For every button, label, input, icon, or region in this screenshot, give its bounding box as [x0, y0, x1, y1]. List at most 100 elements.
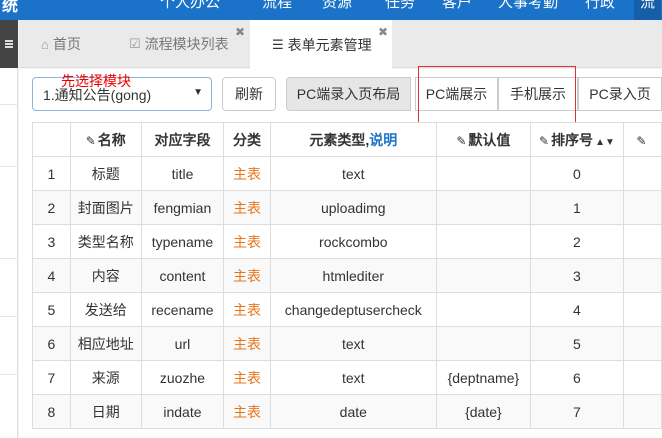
row-field: url — [140, 326, 225, 361]
row-category: 主表 — [223, 360, 271, 395]
row-category: 主表 — [223, 224, 271, 259]
row-name: 来源 — [69, 360, 142, 395]
tab-bar: ⌂ 首页 ☑ 流程模块列表 ✖ ☰ 表单元素管理 ✖ — [19, 20, 662, 69]
header-type-label: 元素类型, — [309, 131, 370, 148]
annotation-highlight-box — [418, 66, 576, 125]
row-name: 内容 — [69, 258, 142, 293]
row-category: 主表 — [223, 190, 271, 225]
row-default — [435, 190, 532, 225]
row-more — [622, 156, 662, 191]
nav-item-flow-active[interactable]: 流 — [634, 0, 662, 20]
row-index: 8 — [32, 394, 71, 429]
row-sort: 0 — [530, 156, 624, 191]
caret-down-icon: ▼ — [193, 87, 203, 98]
header-sort-label: 排序号 — [551, 131, 594, 148]
tab-home[interactable]: ⌂ 首页 — [19, 20, 107, 68]
menu-toggle-button[interactable] — [0, 20, 18, 68]
nav-item-admin[interactable]: 行政 — [585, 0, 615, 12]
header-more[interactable]: ✎ — [622, 122, 662, 157]
top-nav-bar: 统 个人办公 流程 资源 任务 客户 人事考勤 行政 流 — [0, 0, 662, 20]
row-field: zuozhe — [140, 360, 225, 395]
header-default[interactable]: ✎ 默认值 — [435, 122, 532, 157]
nav-item-task[interactable]: 任务 — [385, 0, 415, 12]
sidebar-divider — [0, 258, 18, 259]
row-field: indate — [140, 394, 225, 429]
nav-item-customer[interactable]: 客户 — [442, 0, 472, 12]
row-field: content — [140, 258, 225, 293]
row-type: date — [269, 394, 437, 429]
row-more — [622, 360, 662, 395]
check-square-icon: ☑ — [129, 36, 141, 51]
tab-home-label: 首页 — [52, 36, 81, 52]
type-help-link[interactable]: 说明 — [369, 132, 397, 148]
header-sort[interactable]: ✎ 排序号 ▲▼ — [530, 122, 624, 157]
row-default — [435, 326, 532, 361]
table-row[interactable]: 1 标题 title 主表 text 0 — [32, 156, 662, 191]
list-icon: ☰ — [272, 36, 284, 52]
header-field: 对应字段 — [140, 122, 225, 157]
row-type: htmlediter — [269, 258, 437, 293]
row-type: text — [269, 156, 437, 191]
header-name-label: 名称 — [97, 131, 126, 148]
brand-title: 统 — [2, 0, 19, 15]
table-row[interactable]: 2 封面图片 fengmian 主表 uploadimg 1 — [32, 190, 662, 225]
row-sort: 6 — [530, 360, 624, 395]
toolbar: 1.通知公告(gong) ▼ 先选择模块 刷新 PC端录入页布局 PC端展示 手… — [19, 66, 662, 125]
pc-input-layout-button[interactable]: PC端录入页布局 — [286, 77, 411, 111]
row-index: 2 — [32, 190, 71, 225]
home-icon: ⌂ — [41, 36, 49, 52]
header-name[interactable]: ✎ 名称 — [69, 122, 142, 157]
row-default — [435, 156, 532, 191]
header-default-label: 默认值 — [468, 131, 511, 148]
sort-icon[interactable]: ▲▼ — [595, 137, 615, 148]
row-type: uploadimg — [269, 190, 437, 225]
nav-item-flow-active-label: 流 — [640, 0, 656, 11]
table-row[interactable]: 8 日期 indate 主表 date {date} 7 — [32, 394, 662, 429]
header-category: 分类 — [223, 122, 271, 157]
row-type: text — [269, 326, 437, 361]
sidebar-divider — [0, 374, 18, 375]
refresh-button[interactable]: 刷新 — [222, 77, 276, 111]
nav-item-office[interactable]: 个人办公 — [160, 0, 220, 12]
row-more — [622, 292, 662, 327]
row-name: 日期 — [69, 394, 142, 429]
row-field: title — [140, 156, 225, 191]
row-type: text — [269, 360, 437, 395]
tab-form-element-management[interactable]: ☰ 表单元素管理 ✖ — [250, 20, 392, 69]
table-row[interactable]: 5 发送给 recename 主表 changedeptusercheck 4 — [32, 292, 662, 327]
row-default: {deptname} — [435, 360, 532, 395]
close-icon[interactable]: ✖ — [378, 25, 388, 39]
select-module-hint: 先选择模块 — [61, 73, 131, 89]
table-row[interactable]: 7 来源 zuozhe 主表 text {deptname} 6 — [32, 360, 662, 395]
row-index: 7 — [32, 360, 71, 395]
table-row[interactable]: 4 内容 content 主表 htmlediter 3 — [32, 258, 662, 293]
nav-item-hr[interactable]: 人事考勤 — [498, 0, 558, 12]
row-category: 主表 — [223, 156, 271, 191]
pencil-icon: ✎ — [539, 133, 550, 148]
sidebar-divider — [0, 104, 18, 105]
row-field: fengmian — [140, 190, 225, 225]
row-more — [622, 224, 662, 259]
main-content: 1.通知公告(gong) ▼ 先选择模块 刷新 PC端录入页布局 PC端展示 手… — [19, 66, 662, 438]
pencil-icon: ✎ — [456, 133, 467, 148]
nav-item-flow[interactable]: 流程 — [262, 0, 292, 12]
table-header-row: ✎ 名称 对应字段 分类 元素类型,说明 ✎ 默认值 ✎ 排序号 ▲▼ ✎ — [32, 122, 662, 157]
nav-item-resource[interactable]: 资源 — [322, 0, 352, 12]
sidebar-divider — [0, 166, 18, 167]
row-field: recename — [140, 292, 225, 327]
form-elements-table: ✎ 名称 对应字段 分类 元素类型,说明 ✎ 默认值 ✎ 排序号 ▲▼ ✎ 1 标题 tit… — [32, 122, 662, 429]
close-icon[interactable]: ✖ — [235, 25, 245, 39]
header-type: 元素类型,说明 — [269, 122, 437, 157]
table-row[interactable]: 3 类型名称 typename 主表 rockcombo 2 — [32, 224, 662, 259]
row-more — [622, 190, 662, 225]
table-row[interactable]: 6 相应地址 url 主表 text 5 — [32, 326, 662, 361]
row-category: 主表 — [223, 394, 271, 429]
menu-icon — [5, 40, 13, 48]
row-type: rockcombo — [269, 224, 437, 259]
row-sort: 3 — [530, 258, 624, 293]
tab-form-element-management-label: 表单元素管理 — [287, 36, 372, 53]
row-index: 4 — [32, 258, 71, 293]
row-name: 发送给 — [69, 292, 142, 327]
pc-input-page-button[interactable]: PC录入页 — [578, 77, 662, 111]
tab-flow-module-list[interactable]: ☑ 流程模块列表 ✖ — [107, 20, 250, 68]
